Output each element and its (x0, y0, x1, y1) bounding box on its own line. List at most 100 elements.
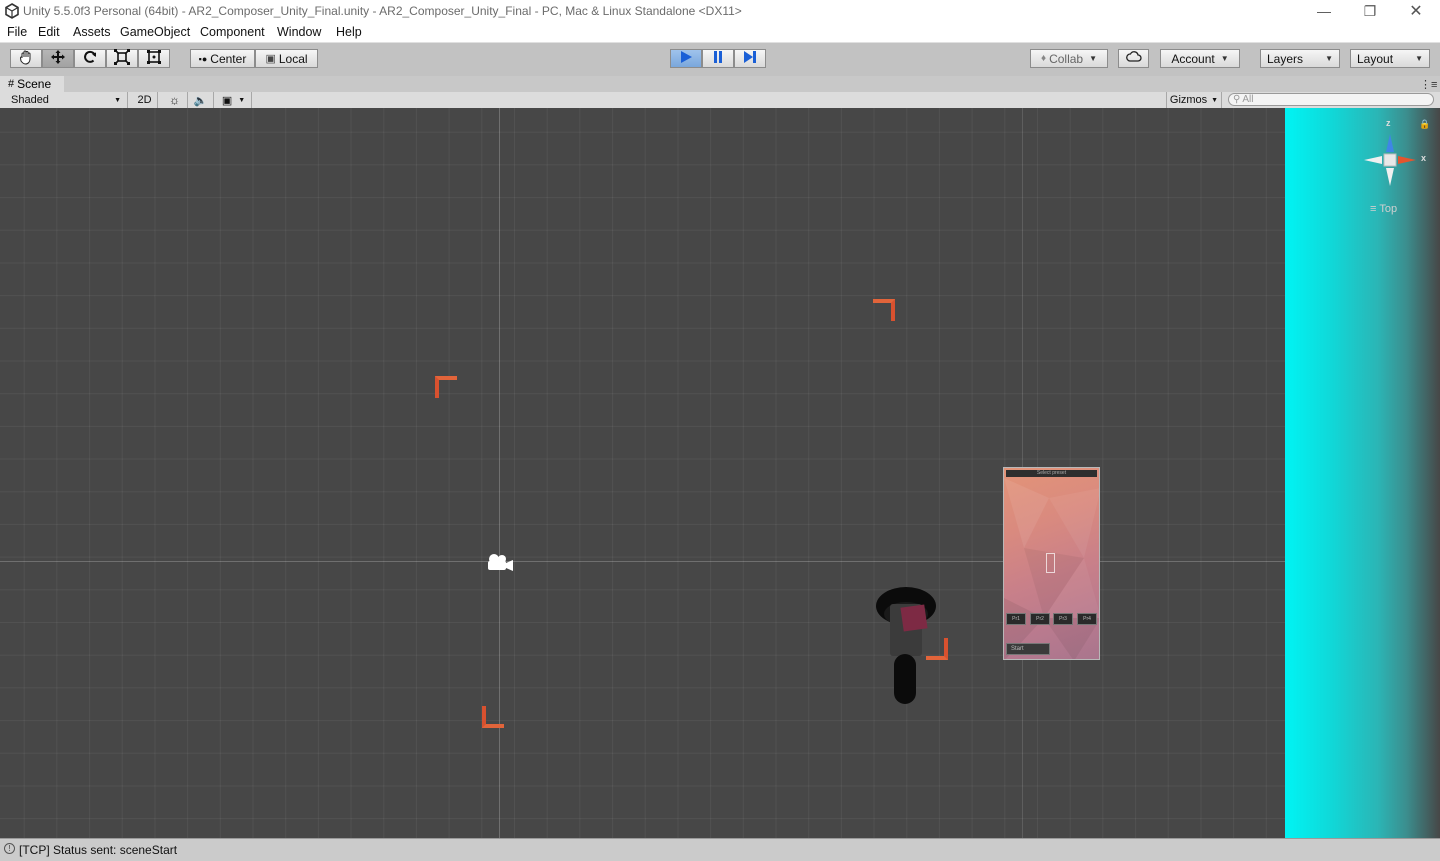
preset-panel: Select preset Pr1 Pr2 Pr3 Pr4 Start (1003, 467, 1100, 660)
layers-dropdown[interactable]: Layers ▼ (1260, 49, 1340, 68)
main-toolbar: ▪● Center ▣ Local ♦ Collab ▼ Account ▼ L… (0, 43, 1440, 77)
menu-assets[interactable]: Assets (73, 25, 111, 39)
move-icon (50, 49, 66, 68)
menu-help[interactable]: Help (336, 25, 362, 39)
step-button[interactable] (734, 49, 766, 68)
panel-start-button[interactable]: Start (1006, 643, 1050, 655)
corner-marker-top-right (873, 299, 895, 321)
window-title: Unity 5.5.0f3 Personal (64bit) - AR2_Com… (23, 4, 742, 18)
pivot-icon: ▪● (198, 53, 208, 64)
title-bar: Unity 5.5.0f3 Personal (64bit) - AR2_Com… (0, 0, 1440, 22)
cyan-wall-object[interactable] (1285, 108, 1440, 838)
shading-mode-dropdown[interactable]: Shaded ▼ (0, 92, 128, 108)
menu-component[interactable]: Component (200, 25, 265, 39)
step-icon (743, 50, 757, 67)
pause-button[interactable] (702, 49, 734, 68)
minimize-icon[interactable]: — (1301, 0, 1347, 22)
scale-icon (114, 49, 130, 68)
search-icon: ⚲ (1233, 94, 1241, 105)
cloud-button[interactable] (1118, 49, 1149, 68)
gizmos-label: Gizmos (1169, 94, 1208, 106)
grid-axis-horizontal (0, 561, 1440, 562)
preset-button-1[interactable]: Pr1 (1006, 613, 1026, 625)
account-label: Account (1171, 51, 1215, 66)
lock-icon[interactable]: 🔒 (1419, 119, 1430, 130)
2d-label: 2D (137, 94, 152, 106)
play-button[interactable] (670, 49, 702, 68)
audio-toggle-button[interactable]: 🔈 (188, 92, 214, 108)
menu-gameobject[interactable]: GameObject (120, 25, 190, 39)
2d-toggle-button[interactable]: 2D (132, 92, 158, 108)
sun-icon: ☼ (169, 93, 180, 107)
collab-label: Collab (1049, 51, 1084, 66)
layout-dropdown[interactable]: Layout ▼ (1350, 49, 1430, 68)
scene-search-input[interactable]: ⚲ All (1228, 93, 1434, 106)
collab-icon: ♦ (1040, 53, 1047, 64)
rotate-icon (82, 49, 98, 68)
pivot-label: Center (210, 51, 247, 66)
chevron-down-icon: ▼ (1089, 54, 1098, 63)
info-icon: ! (4, 843, 15, 854)
lighting-toggle-button[interactable]: ☼ (162, 92, 188, 108)
chevron-down-icon: ▼ (1220, 54, 1229, 63)
restore-icon[interactable]: ❐ (1347, 0, 1393, 22)
view-mode-label[interactable]: ≡ Top (1370, 203, 1397, 215)
search-placeholder: All (1242, 94, 1254, 105)
local-cube-icon: ▣ (265, 53, 276, 65)
gizmo-axis-z: z (1386, 118, 1391, 128)
move-tool-button[interactable] (42, 49, 74, 68)
unity-logo-icon (5, 3, 19, 19)
gizmos-dropdown[interactable]: Gizmos ▼ (1166, 92, 1222, 108)
layers-label: Layers (1267, 51, 1304, 66)
preset-button-3[interactable]: Pr3 (1053, 613, 1073, 625)
orientation-gizmo[interactable]: z x (1360, 118, 1430, 200)
scene-toolbar: Shaded ▼ 2D ☼ 🔈 ▣ ▼ Gizmos ▼ ⚲ All (0, 92, 1440, 109)
scene-grid-icon: # (8, 78, 15, 90)
menu-file[interactable]: File (7, 25, 27, 39)
tab-menu-icon[interactable]: ⋮≡ (1420, 78, 1437, 91)
chevron-down-icon: ▼ (238, 96, 246, 104)
pause-icon (711, 50, 725, 67)
layout-label: Layout (1357, 51, 1394, 66)
status-message[interactable]: [TCP] Status sent: sceneStart (19, 843, 177, 857)
camera-icon[interactable] (485, 552, 515, 577)
close-icon[interactable]: ✕ (1393, 0, 1439, 22)
hand-tool-button[interactable] (10, 49, 42, 68)
chevron-down-icon: ▼ (1415, 54, 1423, 63)
preset-button-2[interactable]: Pr2 (1030, 613, 1050, 625)
scene-tab-label: Scene (17, 77, 52, 91)
hamburger-icon: ≡ (1370, 203, 1377, 215)
panel-header: Select preset (1006, 470, 1097, 477)
view-label: Top (1379, 203, 1398, 215)
corner-marker-bottom-left (482, 706, 504, 728)
gizmo-axis-x: x (1421, 153, 1427, 163)
scale-tool-button[interactable] (106, 49, 138, 68)
tab-scene[interactable]: # Scene (0, 76, 64, 92)
preset-button-4[interactable]: Pr4 (1077, 613, 1097, 625)
chevron-down-icon: ▼ (1211, 96, 1219, 104)
pivot-local-button[interactable]: ▣ Local (255, 49, 318, 68)
chevron-down-icon: ▼ (114, 96, 121, 104)
image-icon: ▣ (221, 94, 233, 107)
hand-icon (18, 49, 34, 68)
rect-tool-button[interactable] (138, 49, 170, 68)
corner-marker-top-left (435, 376, 457, 398)
status-bar: ! [TCP] Status sent: sceneStart (0, 838, 1440, 861)
local-label: Local (278, 51, 308, 66)
menu-window[interactable]: Window (277, 25, 321, 39)
play-icon (679, 50, 693, 67)
rotate-tool-button[interactable] (74, 49, 106, 68)
account-dropdown[interactable]: Account ▼ (1160, 49, 1240, 68)
scene-viewport[interactable]: Select preset Pr1 Pr2 Pr3 Pr4 Start z x … (0, 108, 1440, 838)
pivot-center-button[interactable]: ▪● Center (190, 49, 255, 68)
collab-dropdown[interactable]: ♦ Collab ▼ (1030, 49, 1108, 68)
menu-bar: File Edit Assets GameObject Component Wi… (0, 22, 1440, 43)
menu-edit[interactable]: Edit (38, 25, 60, 39)
vr-controller-object[interactable] (872, 586, 942, 709)
rect-tool-icon (146, 49, 162, 68)
grid-axis-vertical (499, 108, 500, 838)
speaker-icon: 🔈 (193, 94, 208, 107)
scene-tab-bar: # Scene ⋮≡ (0, 76, 1440, 92)
chevron-down-icon: ▼ (1325, 54, 1333, 63)
effects-dropdown[interactable]: ▣ ▼ (216, 92, 252, 108)
